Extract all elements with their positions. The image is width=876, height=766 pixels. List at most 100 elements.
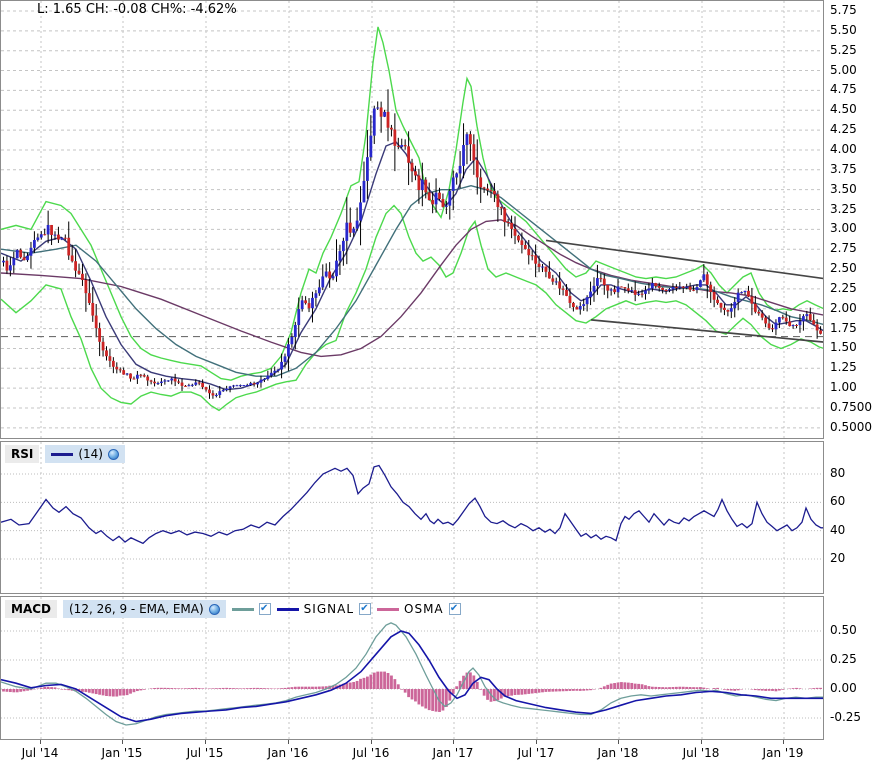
candle-body bbox=[177, 381, 180, 383]
candle-body bbox=[736, 292, 740, 302]
osma-bar bbox=[420, 689, 424, 707]
candle-body bbox=[245, 385, 249, 387]
rsi-legend[interactable]: (14) bbox=[45, 445, 125, 463]
osma-bar bbox=[417, 689, 421, 705]
x-axis-tick bbox=[701, 740, 702, 744]
osma-bar bbox=[407, 689, 411, 698]
price-chart-svg[interactable] bbox=[1, 1, 823, 438]
candle-body bbox=[129, 373, 132, 379]
osma-bar bbox=[98, 689, 102, 695]
candle-body bbox=[287, 344, 290, 357]
osma-bar bbox=[702, 687, 706, 689]
osma-bar bbox=[764, 689, 768, 691]
y-axis-label: 1.25 bbox=[830, 360, 857, 375]
candle-body bbox=[331, 276, 335, 279]
candle-body bbox=[362, 180, 366, 203]
candle-body bbox=[87, 293, 91, 303]
candle-body bbox=[208, 389, 211, 394]
candle-body bbox=[589, 291, 592, 298]
osma-bar bbox=[221, 687, 225, 689]
osma-bar bbox=[441, 689, 445, 711]
candle-body bbox=[307, 303, 311, 309]
candle-body bbox=[197, 382, 201, 384]
osma-bar bbox=[558, 689, 562, 692]
y-axis-label: 4.75 bbox=[830, 82, 857, 97]
macd-settings[interactable]: (12, 26, 9 - EMA, EMA) bbox=[63, 600, 226, 618]
rsi-panel[interactable]: RSI (14) bbox=[0, 441, 824, 594]
osma-bar bbox=[674, 686, 678, 689]
candle-body bbox=[455, 173, 459, 178]
candle-body bbox=[201, 382, 205, 388]
candle-body bbox=[575, 307, 579, 310]
candle-body bbox=[788, 321, 792, 327]
osma-bar bbox=[57, 688, 60, 689]
y-axis-label: 20 bbox=[830, 551, 846, 565]
candle-body bbox=[67, 237, 71, 256]
candle-body bbox=[534, 255, 538, 264]
candle-body bbox=[513, 228, 517, 236]
osma-bar bbox=[798, 688, 802, 689]
candle-body bbox=[19, 249, 23, 258]
osma-legend: OSMA ✔ bbox=[377, 602, 461, 616]
macd-panel[interactable]: MACD (12, 26, 9 - EMA, EMA) ✔ SIGNAL ✔ O… bbox=[0, 596, 824, 740]
osma-bar bbox=[427, 689, 431, 711]
osma-checkbox[interactable]: ✔ bbox=[448, 603, 461, 615]
candle-body bbox=[565, 289, 568, 296]
rsi-chart-svg[interactable] bbox=[1, 442, 823, 593]
y-axis-label: 2.00 bbox=[830, 300, 857, 315]
signal-label: SIGNAL bbox=[303, 602, 354, 616]
macd-settings-icon[interactable] bbox=[208, 603, 220, 615]
osma-bar bbox=[46, 686, 50, 689]
macd-line bbox=[1, 622, 823, 726]
y-axis-label: 0.7500 bbox=[830, 400, 872, 414]
candle-body bbox=[50, 224, 53, 235]
candle-body bbox=[427, 192, 431, 201]
osma-bar bbox=[654, 686, 658, 689]
candle-body bbox=[517, 235, 520, 241]
candle-body bbox=[46, 224, 50, 235]
candle-body bbox=[743, 290, 747, 293]
osma-bar bbox=[60, 689, 64, 690]
osma-bar bbox=[39, 687, 43, 689]
candle-body bbox=[115, 366, 119, 370]
candle-body bbox=[668, 289, 671, 291]
osma-bar bbox=[129, 689, 132, 694]
osma-bar bbox=[43, 686, 47, 689]
x-axis-label: Jan '17 bbox=[432, 746, 474, 760]
candle-body bbox=[338, 251, 342, 261]
candle-body bbox=[259, 379, 263, 383]
osma-bar bbox=[661, 687, 665, 689]
candle-body bbox=[568, 295, 572, 303]
osma-bar bbox=[403, 689, 407, 693]
osma-bar bbox=[640, 684, 644, 689]
signal-checkbox[interactable]: ✔ bbox=[359, 603, 371, 615]
osma-bar bbox=[616, 682, 620, 689]
osma-bar bbox=[208, 688, 211, 689]
y-axis-label: 60 bbox=[830, 494, 846, 509]
candle-body bbox=[719, 303, 723, 308]
candle-body bbox=[348, 222, 352, 233]
candle-body bbox=[300, 300, 304, 310]
x-axis-label: Jan '16 bbox=[267, 746, 309, 760]
y-axis-label: 1.00 bbox=[830, 380, 857, 395]
candle-body bbox=[585, 297, 589, 305]
price-chart-panel[interactable]: L: 1.65 CH: -0.08 CH%: -4.62% bbox=[0, 0, 824, 439]
rsi-settings-icon[interactable] bbox=[108, 448, 119, 460]
candle-body bbox=[187, 385, 191, 387]
candle-body bbox=[616, 286, 620, 293]
y-axis-label: 2.50 bbox=[830, 261, 857, 276]
signal-line-legend: SIGNAL ✔ bbox=[276, 602, 371, 616]
osma-bar bbox=[606, 684, 610, 689]
candle-body bbox=[12, 258, 16, 266]
macd-line-checkbox[interactable]: ✔ bbox=[258, 603, 271, 615]
candle-body bbox=[654, 283, 658, 287]
candle-body bbox=[482, 187, 486, 189]
macd-chart-svg[interactable] bbox=[1, 597, 823, 739]
candle-body bbox=[750, 296, 754, 304]
candle-body bbox=[297, 309, 301, 326]
osma-bar bbox=[736, 689, 740, 691]
osma-bar bbox=[589, 689, 592, 691]
candle-body bbox=[366, 157, 369, 181]
osma-bar bbox=[475, 681, 479, 689]
osma-bar bbox=[664, 687, 668, 689]
